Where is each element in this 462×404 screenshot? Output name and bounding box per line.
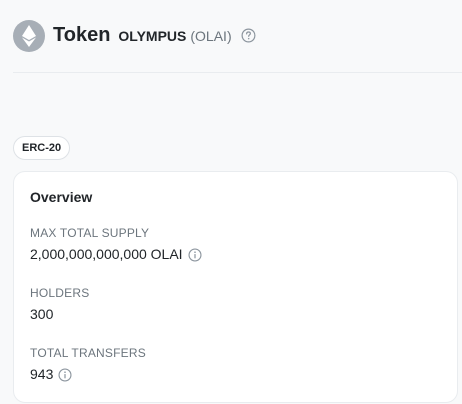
token-symbol: (OLAI) [190,27,232,44]
token-header: Token OLYMPUS (OLAI) [13,19,256,52]
ethereum-logo-icon [13,19,45,52]
token-name: OLYMPUS [118,27,187,44]
holders-row: 300 [30,306,89,323]
total-transfers-row: 943 [30,366,146,383]
max-total-supply-row: 2,000,000,000,000 OLAI [30,246,202,263]
holders-value: 300 [30,306,54,322]
overview-card: Overview MAX TOTAL SUPPLY 2,000,000,000,… [13,171,458,403]
holders-field: HOLDERS 300 [30,286,89,323]
max-total-supply-value: 2,000,000,000,000 OLAI [30,246,183,262]
question-circle-icon[interactable] [241,28,256,43]
total-transfers-field: TOTAL TRANSFERS 943 [30,346,146,383]
max-total-supply-field: MAX TOTAL SUPPLY 2,000,000,000,000 OLAI [30,226,202,263]
token-standard-badge: ERC-20 [13,136,71,160]
header-divider [13,72,462,73]
info-icon[interactable] [58,367,72,382]
total-transfers-label: TOTAL TRANSFERS [30,346,146,360]
info-icon[interactable] [188,247,202,262]
holders-label: HOLDERS [30,286,90,300]
total-transfers-value: 943 [30,366,54,382]
page-title: Token [53,24,111,46]
max-total-supply-label: MAX TOTAL SUPPLY [30,226,150,240]
overview-title: Overview [30,189,93,205]
